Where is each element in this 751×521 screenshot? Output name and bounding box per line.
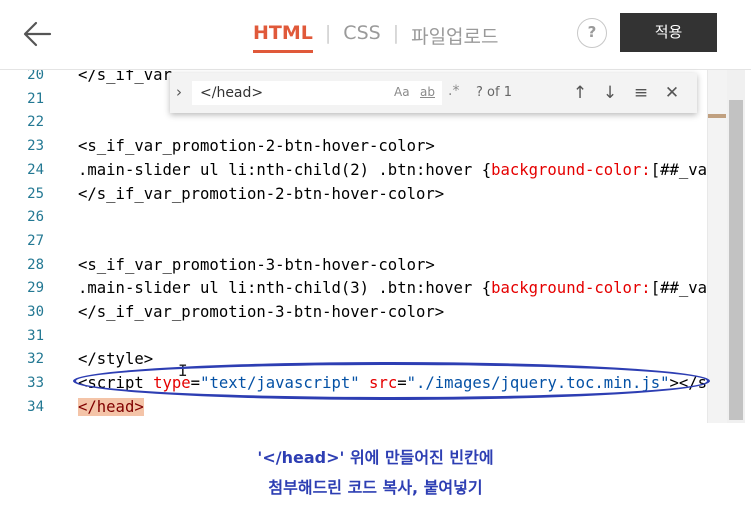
line-number: 32 (27, 351, 44, 368)
code-line: </style> (78, 350, 154, 369)
code-editor[interactable]: 20 21 22 23 24 25 26 27 28 29 30 31 32 3… (0, 70, 751, 423)
tab-html[interactable]: HTML (253, 22, 313, 53)
head-close-tag-match: </head> (78, 397, 144, 416)
code-line: </head> (78, 396, 144, 420)
string-token: "./images/jquery.toc.min.js" (406, 374, 670, 393)
tab-css[interactable]: CSS (343, 22, 380, 50)
find-in-selection-icon[interactable]: ≡ (630, 82, 652, 104)
line-number: 34 (27, 398, 44, 415)
code-token: <script (78, 374, 154, 393)
tab-file-upload[interactable]: 파일업로드 (411, 22, 498, 55)
match-case-icon[interactable]: Aa (394, 85, 410, 99)
code-token: = (190, 374, 201, 393)
code-line: <s_if_var_promotion-3-btn-hover-color> (78, 255, 435, 274)
caption-line: 첨부해드린 코드 복사, 붙여넣기 (268, 478, 483, 497)
line-number: 29 (27, 280, 44, 297)
line-number-gutter: 20 21 22 23 24 25 26 27 28 29 30 31 32 3… (0, 70, 58, 423)
line-number: 24 (27, 161, 44, 178)
line-number: 33 (27, 375, 44, 392)
line-number: 26 (27, 209, 44, 226)
string-token: "text/javascript" (200, 374, 360, 393)
css-property-token: background-color: (491, 279, 651, 298)
code-line: </s_if_var_promotion-3-btn-hover-color> (78, 303, 445, 321)
line-number: 20 (27, 70, 44, 83)
help-button[interactable]: ? (577, 18, 607, 48)
css-property-token: background-color: (491, 160, 651, 179)
code-line: .main-slider ul li:nth-child(2) .btn:hov… (78, 159, 716, 183)
code-line: .main-slider ul li:nth-child(3) .btn:hov… (78, 277, 716, 301)
line-number: 28 (27, 256, 44, 273)
script-tag-line: <script type="text/javascript" src="./im… (78, 372, 716, 396)
line-number: 27 (27, 232, 44, 249)
code-token: .main-slider ul li:nth-child(2) .btn:hov… (78, 160, 492, 179)
text-cursor-icon: I (178, 361, 188, 380)
line-number: 30 (27, 304, 44, 320)
code-token: .main-slider ul li:nth-child(3) .btn:hov… (78, 279, 492, 298)
html-attribute-token: src (359, 374, 398, 393)
scrollbar-thumb[interactable] (729, 100, 743, 420)
whole-word-icon[interactable]: ab (420, 85, 435, 99)
line-number: 23 (27, 138, 44, 155)
code-line: <s_if_var_promotion-2-btn-hover-color> (78, 137, 435, 156)
line-number: 22 (27, 114, 44, 131)
code-token: = (397, 374, 407, 393)
instruction-caption: '</head>' 위에 만들어진 빈칸에 첨부해드린 코드 복사, 붙여넣기 (0, 443, 751, 503)
line-number: 21 (27, 90, 44, 107)
back-button[interactable] (20, 16, 56, 52)
tab-divider: | (392, 22, 400, 44)
next-match-icon[interactable]: ↓ (599, 82, 621, 104)
find-widget: › </head> Aa ab .* ? of 1 ↑ ↓ ≡ ✕ (170, 73, 697, 113)
close-icon[interactable]: ✕ (661, 82, 683, 104)
toggle-replace-icon[interactable]: › (176, 83, 182, 101)
minimap-match-marker (708, 114, 726, 118)
regex-icon[interactable]: .* (448, 83, 459, 99)
caption-line: '</head>' 위에 만들어진 빈칸에 (257, 448, 494, 467)
apply-button[interactable]: 적용 (620, 13, 717, 52)
editor-header: HTML | CSS | 파일업로드 ? 적용 (0, 0, 751, 70)
line-number: 31 (27, 327, 44, 344)
tab-divider: | (324, 22, 332, 44)
match-count: ? of 1 (476, 85, 512, 100)
code-line: </s_if_var (78, 70, 172, 84)
arrow-left-icon (23, 21, 52, 47)
code-line: </s_if_var_promotion-2-btn-hover-color> (78, 184, 445, 203)
minimap[interactable] (707, 70, 727, 423)
question-icon: ? (587, 23, 597, 41)
previous-match-icon[interactable]: ↑ (569, 82, 591, 104)
line-number: 25 (27, 185, 44, 202)
editor-tabs: HTML | CSS | 파일업로드 (253, 22, 499, 55)
